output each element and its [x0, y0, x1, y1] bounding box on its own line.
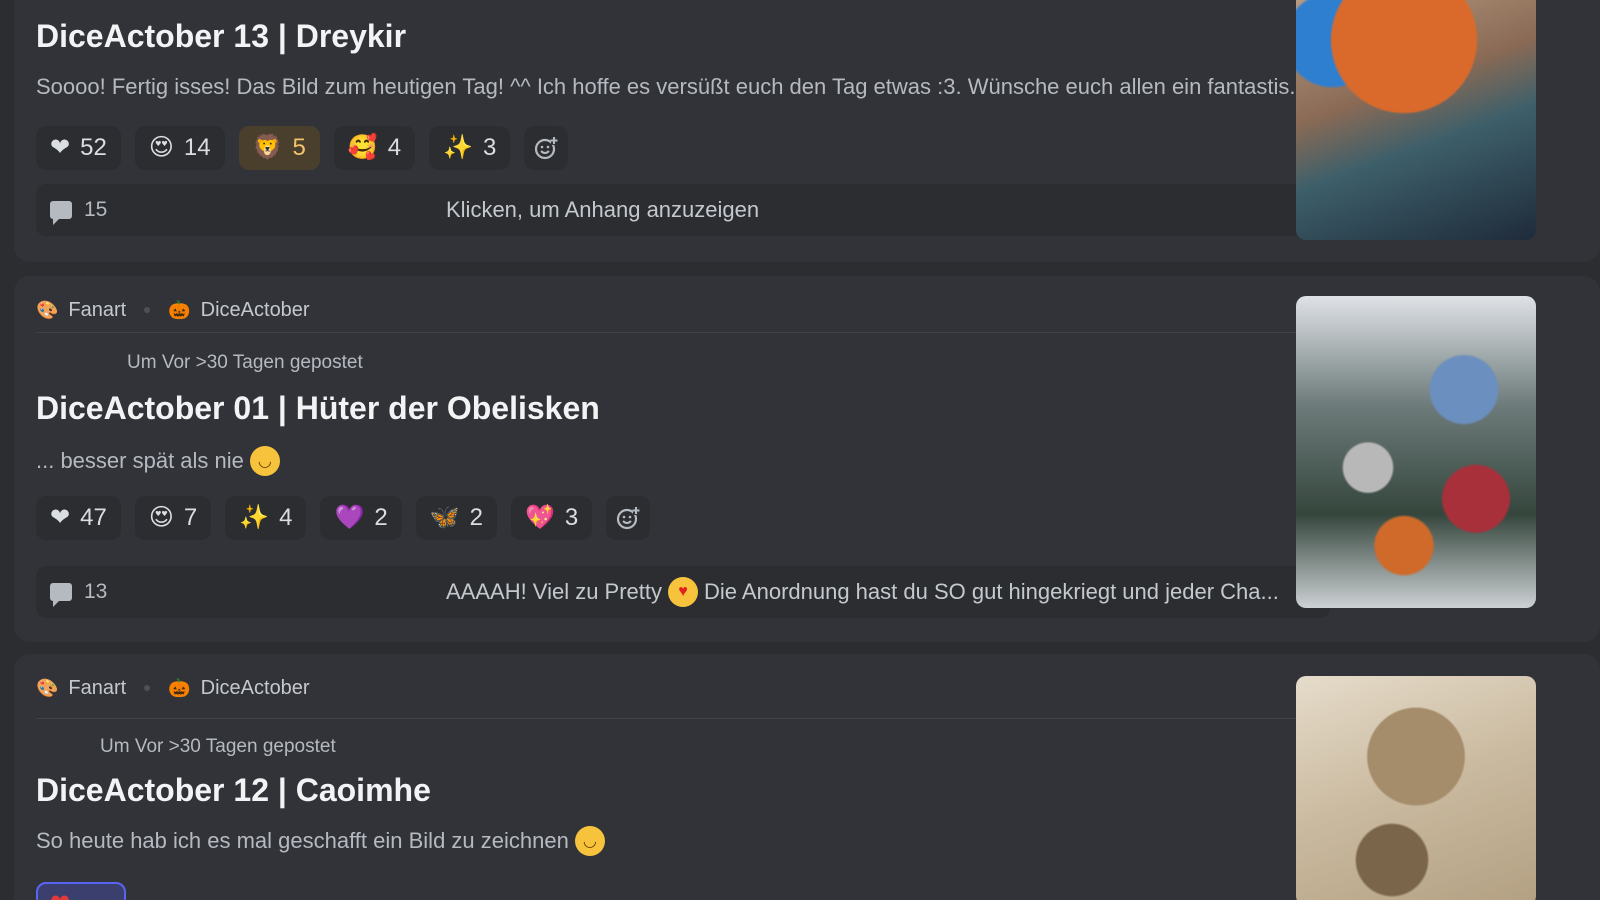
pumpkin-icon: 🎃 — [168, 300, 191, 320]
red-heart-icon: ❤ — [50, 892, 70, 900]
reaction-count: 14 — [183, 134, 211, 161]
palette-icon: 🎨 — [36, 678, 59, 698]
post-title[interactable]: DiceActober 12 | Caoimhe — [36, 772, 431, 809]
heart-eyes-icon: ♥ — [668, 577, 699, 607]
reaction-red-heart[interactable]: ❤ 52 — [36, 126, 121, 170]
tag-label: Fanart — [68, 298, 127, 321]
post-meta: Um Vor >30 Tagen gepostet — [127, 352, 363, 373]
purple-heart-icon: 💜 — [334, 504, 365, 531]
tag-separator — [144, 685, 151, 691]
post-thumbnail-3[interactable] — [1296, 676, 1536, 900]
reaction-count: 3 — [564, 504, 579, 531]
snippet-text: Soooo! Fertig isses! Das Bild zum heutig… — [36, 74, 1308, 99]
reaction-count: 4 — [387, 134, 402, 161]
post-snippet: Soooo! Fertig isses! Das Bild zum heutig… — [36, 74, 1308, 100]
red-heart-icon: ❤ — [50, 504, 71, 531]
post-title[interactable]: DiceActober 01 | Hüter der Obelisken — [36, 390, 600, 427]
message-icon — [50, 201, 72, 225]
reaction-count: 2 — [374, 504, 388, 531]
reaction-sparkles[interactable]: ✨ 3 — [429, 126, 511, 170]
reaction-red-heart[interactable]: ❤ — [36, 882, 126, 900]
divider — [36, 718, 1330, 719]
tag-label: DiceActober — [200, 676, 310, 699]
heart-eyes-icon: 😍 — [148, 504, 174, 531]
comment-count: 13 — [50, 566, 107, 618]
reaction-butterfly[interactable]: 🦋 2 — [415, 496, 497, 540]
tag-separator — [144, 307, 151, 313]
reaction-count: 3 — [482, 134, 497, 161]
divider — [36, 332, 1330, 333]
reaction-count: 52 — [80, 134, 107, 161]
add-reaction-button[interactable] — [606, 496, 651, 540]
reaction-lion[interactable]: 🦁 5 — [238, 126, 320, 170]
preview-text: AAAAH! Viel zu Pretty — [446, 579, 663, 604]
sweat-smile-icon: ◡ — [574, 826, 605, 856]
pumpkin-icon: 🎃 — [168, 678, 191, 698]
grinning-face-icon: ◡ — [249, 446, 280, 476]
smiling-hearts-icon: 🥰 — [347, 134, 378, 161]
post-snippet: So heute hab ich es mal geschafft ein Bi… — [36, 826, 605, 856]
post-tags: 🎨 Fanart 🎃 DiceActober — [36, 676, 310, 700]
preview-text: Klicken, um Anhang anzuzeigen — [446, 197, 760, 222]
post-thumbnail-1[interactable] — [1296, 0, 1536, 240]
comment-count-value: 13 — [84, 580, 108, 603]
reaction-red-heart[interactable]: ❤ 47 — [36, 496, 121, 540]
post-title[interactable]: DiceActober 13 | Dreykir — [36, 18, 406, 55]
tag-fanart[interactable]: 🎨 Fanart — [36, 677, 126, 700]
post-meta: Um Vor >30 Tagen gepostet — [100, 736, 336, 757]
tag-label: Fanart — [68, 676, 127, 699]
message-icon — [50, 583, 72, 607]
reaction-count: 4 — [279, 504, 293, 531]
heart-eyes-icon: 😍 — [148, 134, 174, 161]
reaction-heart-eyes[interactable]: 😍 14 — [134, 126, 225, 170]
butterfly-icon: 🦋 — [429, 504, 460, 531]
snippet-text: So heute hab ich es mal geschafft ein Bi… — [36, 828, 569, 853]
reaction-purple-heart[interactable]: 💜 2 — [320, 496, 402, 540]
reaction-sparkles[interactable]: ✨ 4 — [225, 496, 307, 540]
latest-message-preview: AAAAH! Viel zu Pretty ♥ Die Anordnung ha… — [446, 566, 1316, 618]
reaction-bar: ❤ 52 😍 14 🦁 5 🥰 4 ✨ 3 — [36, 126, 569, 170]
post-snippet: ... besser spät als nie ◡ — [36, 446, 280, 476]
reaction-count: 47 — [80, 504, 107, 531]
reaction-sparkling-heart[interactable]: 💖 3 — [510, 496, 593, 540]
lion-icon: 🦁 — [252, 134, 283, 161]
reaction-heart-eyes[interactable]: 😍 7 — [134, 496, 212, 540]
latest-message-preview: Klicken, um Anhang anzuzeigen — [446, 184, 1316, 236]
reaction-bar: ❤ — [36, 882, 126, 900]
reaction-smiling-hearts[interactable]: 🥰 4 — [333, 126, 416, 170]
comment-count-value: 15 — [84, 198, 108, 221]
sparkles-icon: ✨ — [239, 504, 270, 531]
tag-label: DiceActober — [200, 298, 310, 321]
add-reaction-button[interactable] — [524, 126, 569, 170]
post-thumbnail-2[interactable] — [1296, 296, 1536, 608]
tag-fanart[interactable]: 🎨 Fanart — [36, 299, 126, 322]
add-reaction-icon — [535, 137, 558, 160]
add-reaction-icon — [617, 507, 640, 530]
sparkling-heart-icon: 💖 — [524, 504, 555, 531]
tag-diceactober[interactable]: 🎃 DiceActober — [168, 677, 309, 700]
tag-diceactober[interactable]: 🎃 DiceActober — [168, 299, 309, 322]
comment-count: 15 — [50, 184, 107, 236]
post-tags: 🎨 Fanart 🎃 DiceActober — [36, 298, 310, 322]
post-footer[interactable]: 13 AAAAH! Viel zu Pretty ♥ Die Anordnung… — [36, 566, 1330, 618]
post-footer[interactable]: 15 Klicken, um Anhang anzuzeigen — [36, 184, 1330, 236]
sparkles-icon: ✨ — [443, 134, 473, 161]
reaction-bar: ❤ 47 😍 7 ✨ 4 💜 2 🦋 2 💖 3 — [36, 496, 651, 540]
reaction-count: 2 — [469, 504, 483, 531]
reaction-count: 7 — [183, 504, 198, 531]
reaction-count: 5 — [292, 134, 306, 161]
red-heart-icon: ❤ — [50, 134, 71, 161]
snippet-text: ... besser spät als nie — [36, 448, 244, 473]
forum-feed: DiceActober 13 | Dreykir Soooo! Fertig i… — [0, 0, 1600, 900]
palette-icon: 🎨 — [36, 300, 59, 320]
preview-text-continued: Die Anordnung hast du SO gut hingekriegt… — [704, 579, 1279, 604]
